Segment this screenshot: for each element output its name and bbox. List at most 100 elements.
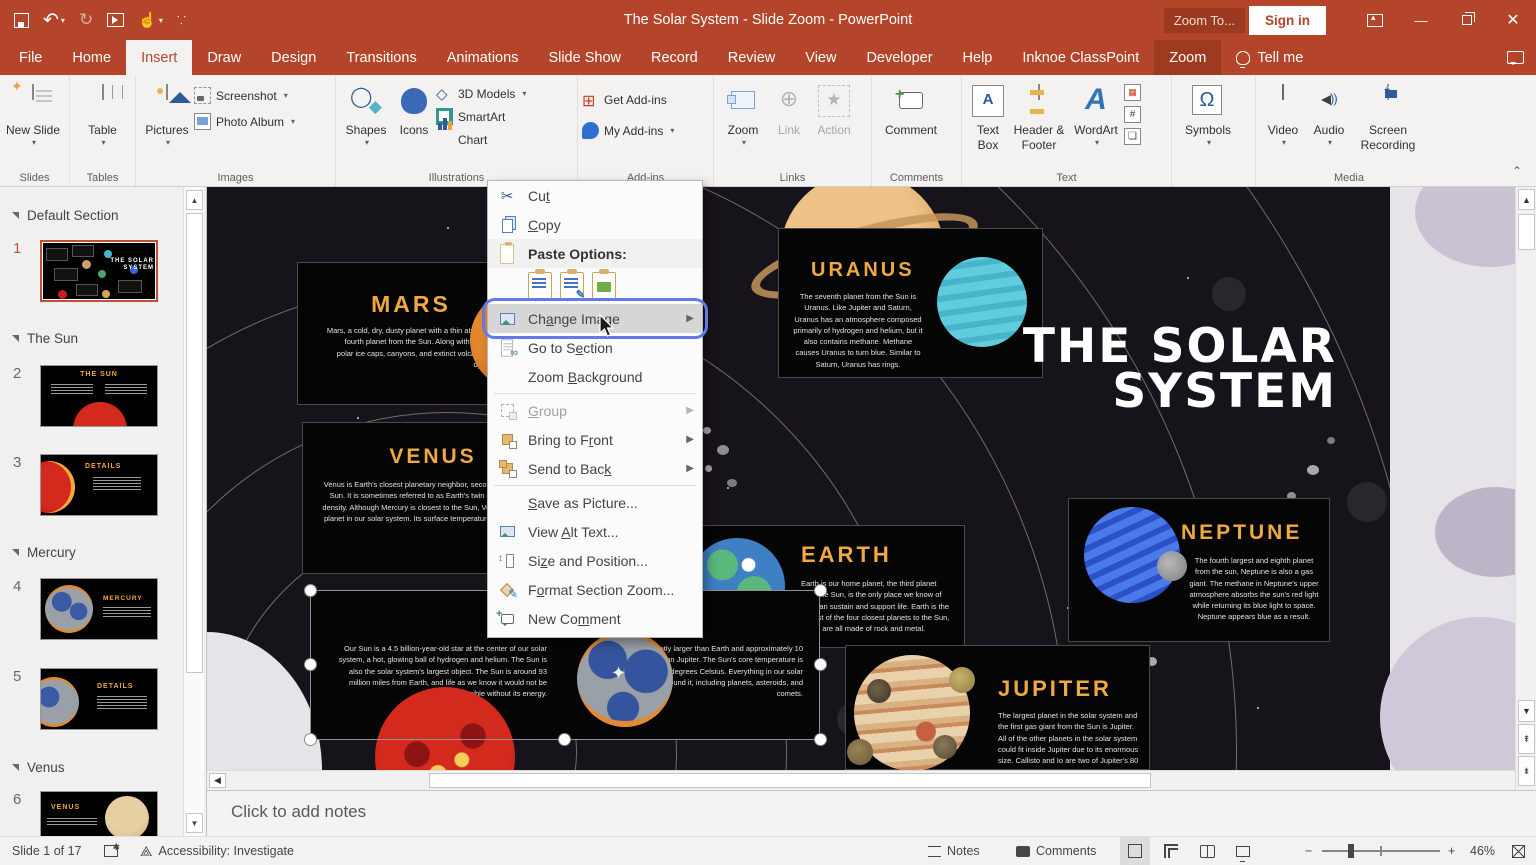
- slide-sorter-view-button[interactable]: [1156, 837, 1186, 865]
- tab-home[interactable]: Home: [57, 40, 126, 75]
- tab-zoom[interactable]: Zoom: [1154, 40, 1222, 75]
- tab-help[interactable]: Help: [948, 40, 1008, 75]
- menu-item-new-comment[interactable]: + New Comment: [488, 604, 702, 633]
- resize-handle-sw[interactable]: [304, 733, 317, 746]
- tab-review[interactable]: Review: [713, 40, 791, 75]
- slide-thumbnail-1[interactable]: THE SOLAR SYSTEM: [40, 240, 158, 302]
- menu-item-save-as-picture[interactable]: Save as Picture...: [488, 488, 702, 517]
- chart-button[interactable]: Chart: [436, 118, 526, 148]
- slide-counter[interactable]: Slide 1 of 17: [12, 837, 82, 865]
- zoom-button[interactable]: Zoom ▾: [718, 79, 768, 167]
- slide-thumbnail-3[interactable]: DETAILS: [40, 454, 158, 516]
- sidebar-scrollbar-thumb[interactable]: [186, 213, 203, 673]
- resize-handle-nw[interactable]: [304, 584, 317, 597]
- photo-album-button[interactable]: Photo Album ▾: [194, 113, 295, 130]
- icons-button[interactable]: Icons: [392, 79, 436, 167]
- display-settings-icon[interactable]: ✱: [104, 837, 120, 865]
- zoom-to-button[interactable]: Zoom To...: [1163, 7, 1245, 33]
- scroll-down-icon[interactable]: ▼: [1518, 700, 1535, 722]
- pictures-button[interactable]: Pictures ▾: [140, 79, 194, 167]
- menu-item-format-section-zoom[interactable]: ✎ Format Section Zoom...: [488, 575, 702, 604]
- paste-as-picture-button[interactable]: [592, 269, 616, 300]
- comment-button[interactable]: + Comment: [876, 79, 946, 167]
- fit-slide-to-window-button[interactable]: [1512, 837, 1525, 865]
- section-header-venus[interactable]: Venus: [12, 760, 65, 775]
- tab-animations[interactable]: Animations: [432, 40, 534, 75]
- slideshow-view-button[interactable]: [1228, 837, 1258, 865]
- zoom-slider-thumb[interactable]: [1348, 844, 1354, 858]
- text-box-button[interactable]: A Text Box: [966, 79, 1010, 167]
- comments-toggle[interactable]: Comments: [1016, 837, 1096, 865]
- zoom-level[interactable]: 46%: [1470, 837, 1495, 865]
- tab-file[interactable]: File: [4, 40, 57, 75]
- menu-item-send-to-back[interactable]: Send to Back ▶: [488, 454, 702, 483]
- sidebar-scroll-down-icon[interactable]: ▼: [186, 813, 203, 833]
- horizontal-scrollbar-thumb[interactable]: [429, 773, 1151, 788]
- my-add-ins-button[interactable]: My Add-ins ▾: [582, 122, 674, 139]
- resize-handle-ne[interactable]: [814, 584, 827, 597]
- sign-in-button[interactable]: Sign in: [1249, 5, 1326, 35]
- resize-handle-se[interactable]: [814, 733, 827, 746]
- vertical-scrollbar[interactable]: ▲ ▼ ⇞ ⇟: [1515, 187, 1536, 790]
- resize-handle-e[interactable]: [814, 658, 827, 671]
- tab-insert[interactable]: Insert: [126, 40, 193, 75]
- menu-item-size-and-position[interactable]: ↕ Size and Position...: [488, 546, 702, 575]
- sidebar-scroll-up-icon[interactable]: ▲: [186, 190, 203, 210]
- normal-view-button[interactable]: [1120, 837, 1150, 865]
- horizontal-scrollbar[interactable]: ◀: [207, 770, 1515, 790]
- accessibility-status[interactable]: ⟁ Accessibility: Investigate: [140, 837, 294, 865]
- section-header-the-sun[interactable]: The Sun: [12, 331, 78, 346]
- notes-pane[interactable]: Click to add notes: [207, 790, 1536, 836]
- menu-item-bring-to-front[interactable]: Bring to Front ▶: [488, 425, 702, 454]
- wordart-button[interactable]: A WordArt ▾: [1068, 79, 1124, 167]
- menu-item-view-alt-text[interactable]: View Alt Text...: [488, 517, 702, 546]
- video-button[interactable]: Video ▾: [1260, 79, 1306, 167]
- menu-item-go-to-section[interactable]: ∞ Go to Section: [488, 333, 702, 362]
- menu-item-change-image[interactable]: Change Image ▶: [488, 304, 702, 333]
- ribbon-display-options-button[interactable]: [1352, 0, 1398, 40]
- header-footer-button[interactable]: Header & Footer: [1010, 79, 1068, 167]
- slide-thumbnail-5[interactable]: DETAILS: [40, 668, 158, 730]
- resize-handle-s[interactable]: [558, 733, 571, 746]
- menu-item-copy[interactable]: Copy: [488, 210, 702, 239]
- section-header-default[interactable]: Default Section: [12, 208, 119, 223]
- zoom-in-button[interactable]: +: [1448, 837, 1455, 865]
- tab-transitions[interactable]: Transitions: [331, 40, 431, 75]
- notes-placeholder[interactable]: Click to add notes: [231, 802, 366, 822]
- slide-canvas[interactable]: MARS Mars, a cold, dry, dusty planet wit…: [207, 187, 1515, 770]
- slide-thumbnail-2[interactable]: THE SUN: [40, 365, 158, 427]
- tab-slide-show[interactable]: Slide Show: [533, 40, 636, 75]
- previous-slide-button[interactable]: ⇞: [1518, 724, 1535, 754]
- tab-inknoe-classpoint[interactable]: Inknoe ClassPoint: [1007, 40, 1154, 75]
- collapse-ribbon-icon[interactable]: ⌃: [1512, 164, 1522, 178]
- sidebar-scrollbar[interactable]: ▲ ▼: [183, 187, 204, 836]
- vertical-scrollbar-thumb[interactable]: [1518, 214, 1535, 250]
- comments-toggle-icon[interactable]: [1507, 40, 1524, 75]
- tab-draw[interactable]: Draw: [192, 40, 256, 75]
- slide-number-icon[interactable]: #: [1124, 106, 1141, 123]
- restore-button[interactable]: [1444, 0, 1490, 40]
- slide-thumbnail-4[interactable]: MERCURY: [40, 578, 158, 640]
- get-add-ins-button[interactable]: ⊞ Get Add-ins: [582, 91, 674, 111]
- scroll-up-icon[interactable]: ▲: [1518, 189, 1535, 210]
- slide-thumbnail-6[interactable]: VENUS: [40, 791, 158, 836]
- 3d-models-button[interactable]: ◇ 3D Models ▾: [436, 85, 526, 103]
- next-slide-button[interactable]: ⇟: [1518, 756, 1535, 786]
- tab-record[interactable]: Record: [636, 40, 713, 75]
- tab-developer[interactable]: Developer: [851, 40, 947, 75]
- reading-view-button[interactable]: [1192, 837, 1222, 865]
- notes-toggle[interactable]: Notes: [928, 837, 980, 865]
- menu-item-zoom-background[interactable]: Zoom Background: [488, 362, 702, 391]
- screenshot-button[interactable]: Screenshot ▾: [194, 87, 295, 104]
- paste-use-destination-theme-button[interactable]: ✎: [560, 269, 585, 301]
- paste-keep-source-formatting-button[interactable]: [528, 269, 552, 300]
- zoom-slider[interactable]: [1322, 837, 1440, 865]
- tab-view[interactable]: View: [790, 40, 851, 75]
- resize-handle-w[interactable]: [304, 658, 317, 671]
- audio-button[interactable]: Audio▾: [1306, 79, 1352, 167]
- new-slide-button[interactable]: ✦ New Slide ▾: [4, 78, 62, 167]
- zoom-out-button[interactable]: −: [1305, 837, 1312, 865]
- object-icon[interactable]: ❏: [1124, 128, 1141, 145]
- slide-title[interactable]: THE SOLAR SYSTEM: [817, 323, 1337, 415]
- table-button[interactable]: Table ▾: [74, 79, 131, 167]
